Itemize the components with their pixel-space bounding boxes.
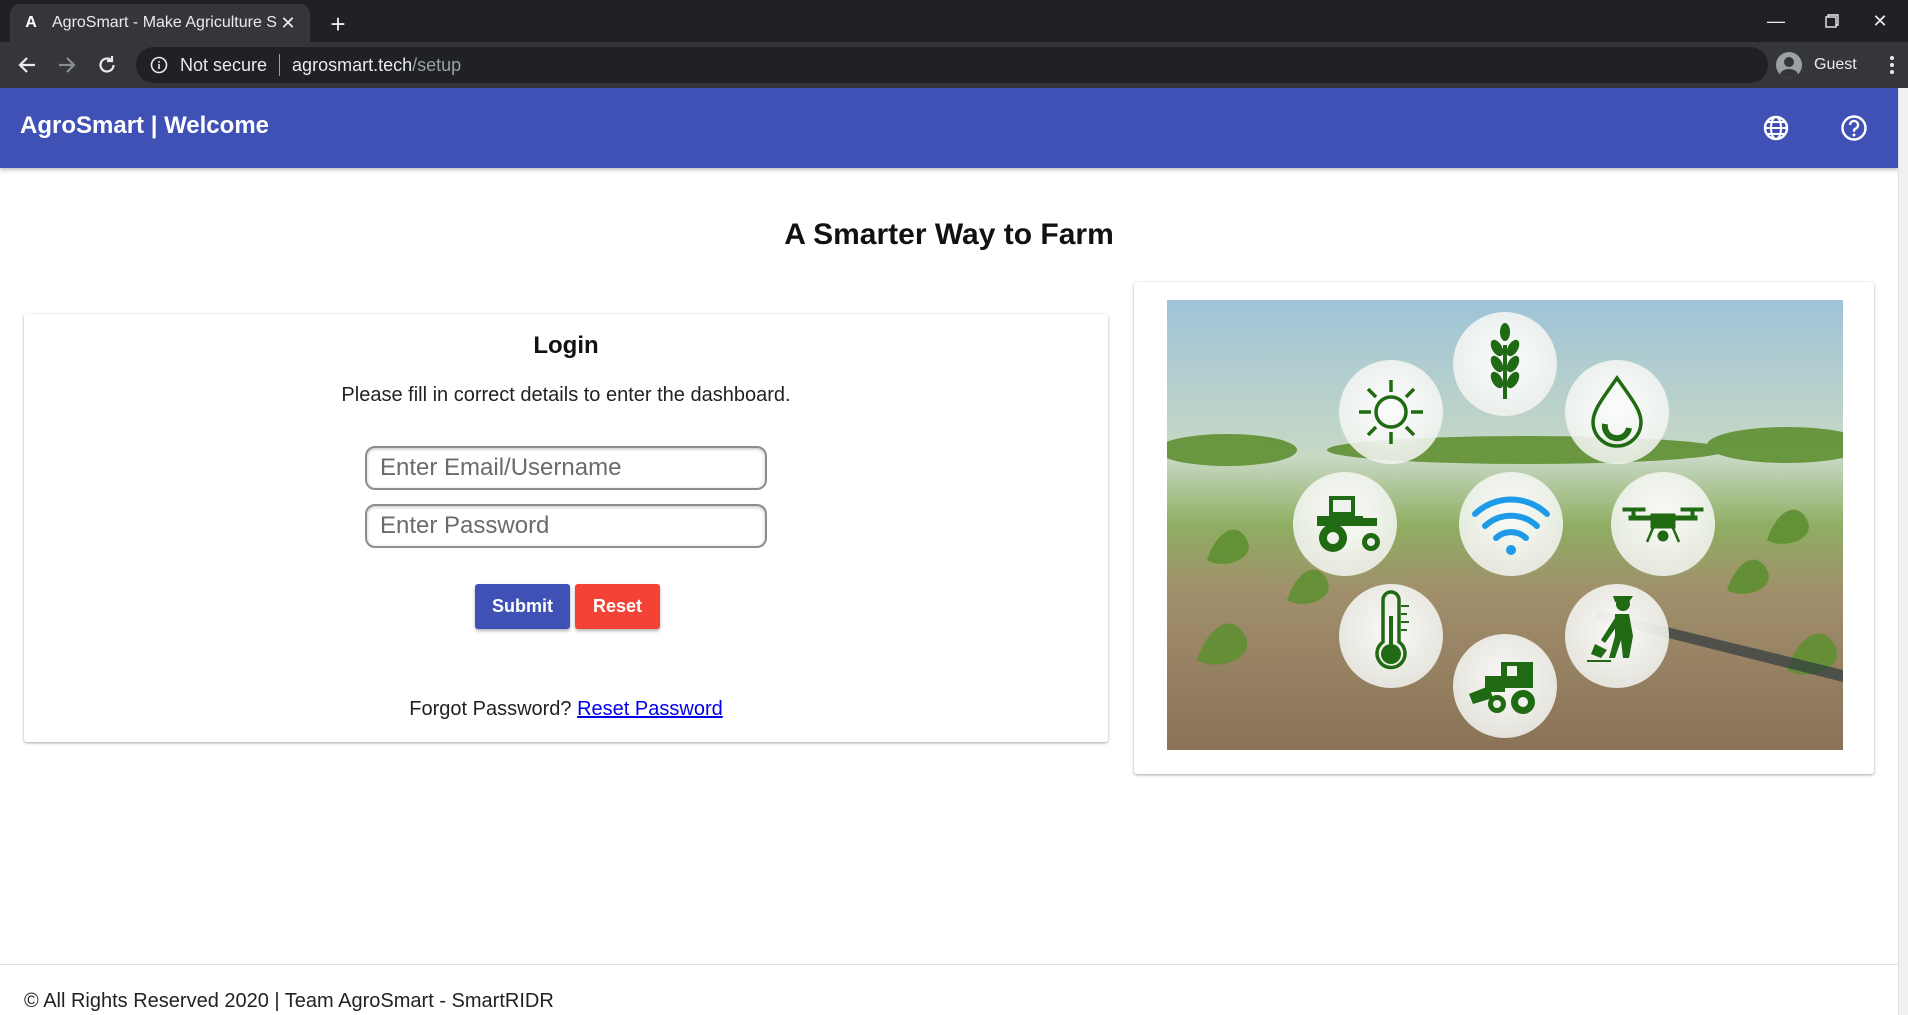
reload-button[interactable] bbox=[90, 48, 124, 82]
site-favicon-icon: A bbox=[25, 14, 37, 31]
browser-titlebar: A AgroSmart - Make Agriculture Sr ✕ + — … bbox=[0, 0, 1908, 42]
forgot-password-text: Forgot Password? bbox=[409, 698, 572, 720]
new-tab-button[interactable]: + bbox=[322, 8, 354, 40]
profile-button[interactable]: Guest bbox=[1776, 48, 1857, 82]
address-bar[interactable]: Not secure agrosmart.tech/setup bbox=[136, 47, 1768, 83]
harvester-icon bbox=[1453, 634, 1557, 738]
help-icon[interactable] bbox=[1838, 112, 1870, 144]
login-card: Login Please fill in correct details to … bbox=[24, 314, 1108, 742]
water-drop-icon bbox=[1565, 360, 1669, 464]
forgot-password-row: Forgot Password? Reset Password bbox=[24, 698, 1108, 721]
browser-toolbar: Not secure agrosmart.tech/setup Guest bbox=[0, 42, 1908, 88]
email-field[interactable] bbox=[365, 446, 767, 490]
address-divider bbox=[279, 54, 281, 76]
smart-farming-illustration bbox=[1167, 300, 1843, 750]
url-host: agrosmart.tech bbox=[292, 54, 413, 75]
profile-label: Guest bbox=[1814, 56, 1857, 73]
tractor-icon bbox=[1293, 472, 1397, 576]
forward-button[interactable] bbox=[50, 48, 84, 82]
thermometer-icon bbox=[1339, 584, 1443, 688]
footer-copyright: © All Rights Reserved 2020 | Team AgroSm… bbox=[24, 990, 554, 1012]
browser-tab[interactable]: A AgroSmart - Make Agriculture Sr ✕ bbox=[10, 4, 310, 42]
reset-password-link[interactable]: Reset Password bbox=[577, 698, 723, 720]
app-title: AgroSmart | Welcome bbox=[20, 112, 269, 139]
reload-icon bbox=[99, 56, 115, 73]
security-label: Not secure bbox=[180, 54, 268, 75]
info-icon[interactable] bbox=[150, 56, 168, 74]
drone-icon bbox=[1611, 472, 1715, 576]
globe-icon[interactable] bbox=[1760, 112, 1792, 144]
password-field[interactable] bbox=[365, 504, 767, 548]
close-window-icon[interactable]: ✕ bbox=[1852, 0, 1908, 42]
page-scrollbar[interactable] bbox=[1898, 88, 1908, 1015]
back-button[interactable] bbox=[10, 48, 44, 82]
browser-menu-icon[interactable] bbox=[1882, 48, 1902, 82]
reset-button[interactable]: Reset bbox=[575, 584, 660, 629]
minimize-icon[interactable]: — bbox=[1748, 0, 1804, 42]
url-path: /setup bbox=[412, 54, 462, 75]
profile-avatar-icon bbox=[1776, 52, 1802, 78]
page-headline: A Smarter Way to Farm bbox=[784, 218, 1114, 251]
forward-arrow-icon bbox=[59, 57, 76, 73]
back-arrow-icon bbox=[18, 57, 35, 73]
hero-image-card bbox=[1134, 282, 1874, 774]
app-header: AgroSmart | Welcome bbox=[0, 88, 1898, 168]
wheat-icon bbox=[1453, 312, 1557, 416]
login-title: Login bbox=[533, 332, 599, 359]
wifi-icon bbox=[1459, 472, 1563, 576]
footer-divider bbox=[0, 964, 1898, 965]
submit-button[interactable]: Submit bbox=[475, 584, 570, 629]
sun-icon bbox=[1339, 360, 1443, 464]
tab-title: AgroSmart - Make Agriculture Sr bbox=[52, 14, 278, 31]
farmer-icon bbox=[1565, 584, 1669, 688]
login-subtitle: Please fill in correct details to enter … bbox=[341, 384, 791, 406]
tab-close-icon[interactable]: ✕ bbox=[278, 13, 298, 33]
